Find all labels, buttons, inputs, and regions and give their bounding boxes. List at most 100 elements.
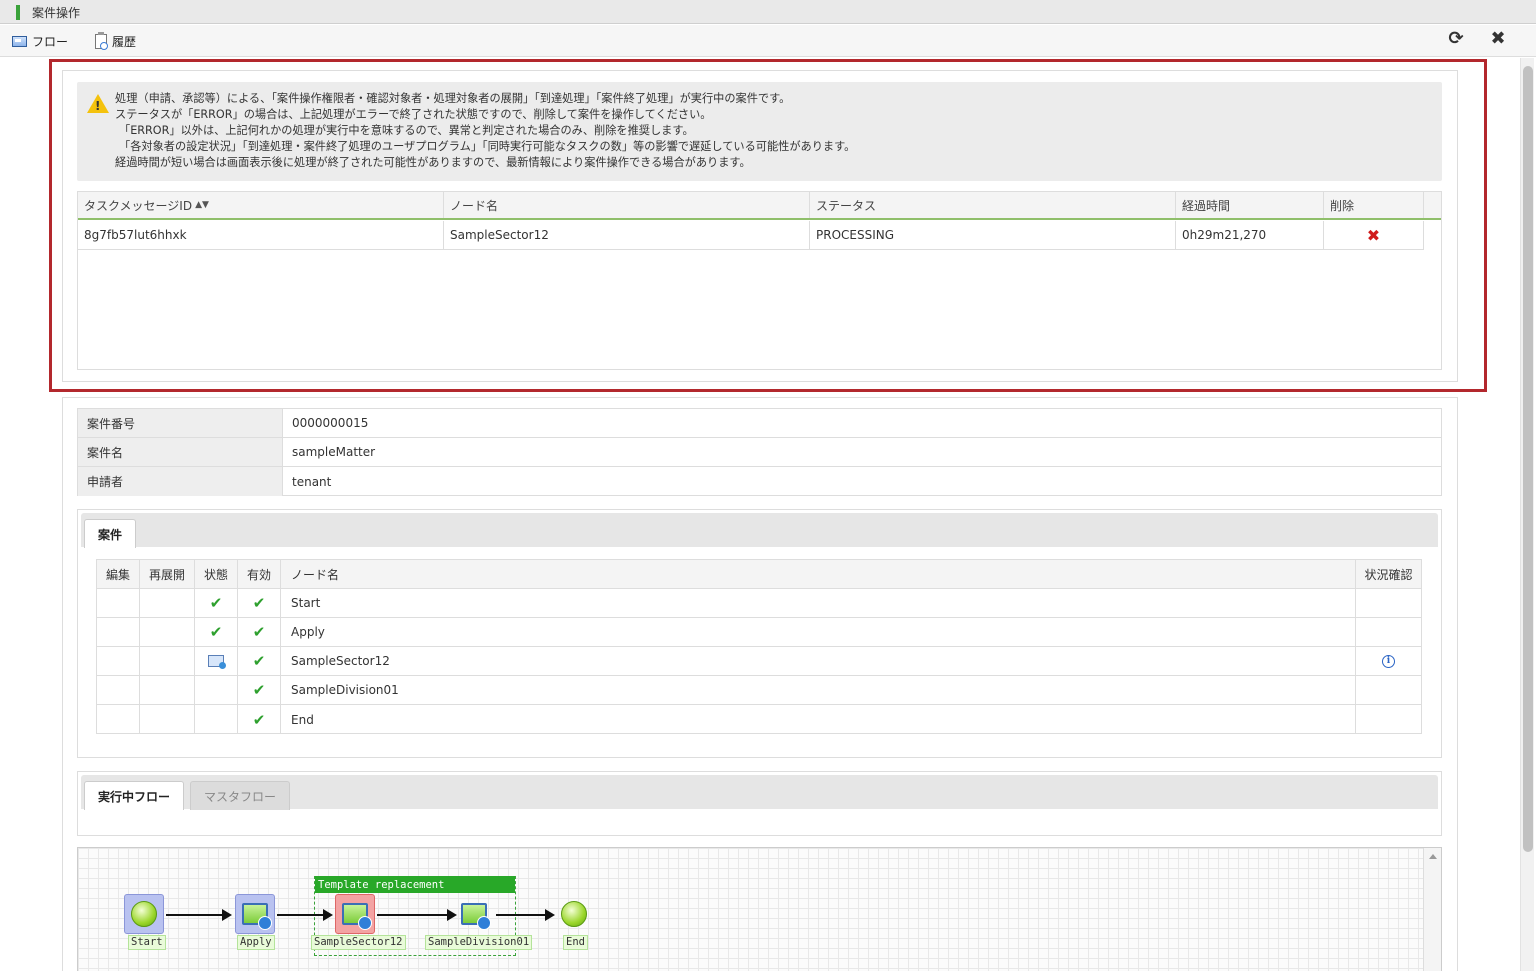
matter-info-table: 案件番号 0000000015 案件名 sampleMatter 申請者 ten… (77, 408, 1442, 496)
info-label: 案件名 (78, 438, 283, 466)
check-icon: ✔ (209, 594, 223, 612)
state-cell (195, 676, 238, 704)
table-row: ✔ SampleDivision01 (97, 676, 1421, 705)
valid-cell: ✔ (238, 647, 281, 675)
info-value: 0000000015 (292, 416, 369, 430)
flow-diagram: Template replacement Start Apply SampleS… (77, 847, 1442, 971)
flow-arrow (377, 909, 457, 921)
flow-node-label: Apply (237, 935, 275, 950)
history-icon (95, 31, 108, 50)
flow-node-label: SampleSector12 (311, 935, 406, 950)
toolbar: フロー 履歴 ⟳ ✖ (0, 25, 1536, 57)
processing-icon (208, 655, 226, 669)
flow-node-start[interactable] (124, 894, 164, 934)
tab-running-flow[interactable]: 実行中フロー (84, 781, 184, 810)
edit-cell (97, 589, 140, 617)
info-value: sampleMatter (292, 445, 376, 459)
status-check-cell (1356, 618, 1421, 646)
flow-scrollbar[interactable] (1423, 848, 1441, 971)
close-icon[interactable]: ✖ (1487, 28, 1509, 49)
node-name-cell: End (281, 705, 1356, 734)
flow-tabbar: 実行中フロー マスタフロー (81, 775, 1438, 810)
info-row-matter-number: 案件番号 0000000015 (78, 409, 1441, 438)
state-cell: ✔ (195, 589, 238, 617)
reexpand-cell (140, 647, 195, 675)
flow-button[interactable]: フロー (12, 32, 68, 50)
check-icon: ✔ (252, 594, 266, 612)
tab-master-flow[interactable]: マスタフロー (190, 781, 290, 810)
edit-cell (97, 676, 140, 704)
user-task-icon (242, 903, 272, 930)
valid-cell: ✔ (238, 589, 281, 617)
edit-cell (97, 705, 140, 734)
info-value: tenant (292, 474, 332, 489)
tab-matter[interactable]: 案件 (84, 519, 136, 548)
node-name-cell: Start (281, 589, 1356, 617)
status-check-cell (1356, 705, 1421, 734)
table-row: ✔ End (97, 705, 1421, 734)
check-icon: ✔ (252, 623, 266, 641)
end-node-icon (561, 901, 587, 927)
start-node-icon (131, 901, 157, 927)
check-icon: ✔ (252, 710, 266, 729)
reexpand-cell (140, 705, 195, 734)
node-table-header: 編集 再展開 状態 有効 ノード名 状況確認 (97, 560, 1421, 589)
info-row-matter-name: 案件名 sampleMatter (78, 438, 1441, 467)
flow-node-samplesector12[interactable] (335, 894, 375, 934)
node-table: 編集 再展開 状態 有効 ノード名 状況確認 ✔ ✔ Start ✔ ✔ App… (96, 559, 1422, 734)
flow-node-sampledivision01[interactable] (454, 894, 494, 934)
node-name-cell: Apply (281, 618, 1356, 646)
check-icon: ✔ (252, 681, 266, 699)
flow-button-label: フロー (32, 34, 69, 49)
valid-cell: ✔ (238, 618, 281, 646)
template-group-title: Template replacement (315, 876, 515, 893)
column-header-status-check: 状況確認 (1364, 567, 1413, 582)
reexpand-cell (140, 676, 195, 704)
user-task-icon (461, 903, 491, 930)
history-button-label: 履歴 (112, 34, 137, 49)
flow-node-apply[interactable] (235, 894, 275, 934)
valid-cell: ✔ (238, 676, 281, 704)
flow-node-end[interactable] (554, 894, 594, 934)
matter-tabbar: 案件 (81, 513, 1438, 548)
flow-arrow (277, 909, 333, 921)
table-row: ✔ ✔ Start (97, 589, 1421, 618)
flow-arrow (166, 909, 232, 921)
info-row-applicant: 申請者 tenant (78, 467, 1441, 496)
reexpand-cell (140, 589, 195, 617)
check-icon: ✔ (252, 652, 266, 670)
page-scrollbar[interactable] (1520, 58, 1534, 971)
valid-cell: ✔ (238, 705, 281, 734)
info-label: 案件番号 (78, 409, 283, 437)
table-row: ✔ ✔ Apply (97, 618, 1421, 647)
reexpand-cell (140, 618, 195, 646)
flow-node-label: Start (128, 935, 166, 950)
history-button[interactable]: 履歴 (95, 31, 137, 50)
info-label: 申請者 (78, 467, 283, 496)
scroll-up-arrow-icon[interactable] (1429, 854, 1437, 859)
column-header-state: 状態 (195, 560, 238, 588)
edit-cell (97, 647, 140, 675)
flow-node-label: End (563, 935, 588, 950)
flow-tab-panel: 実行中フロー マスタフロー (77, 771, 1442, 836)
flow-arrow (496, 909, 555, 921)
user-task-icon (342, 903, 372, 930)
state-cell (195, 705, 238, 734)
page-scrollbar-thumb[interactable] (1523, 66, 1533, 852)
status-check-cell (1356, 676, 1421, 704)
info-icon[interactable]: i (1382, 654, 1395, 668)
edit-cell (97, 618, 140, 646)
flow-node-label: SampleDivision01 (425, 935, 533, 950)
window-title: 案件操作 (32, 6, 81, 20)
column-header-reexpand: 再展開 (140, 560, 195, 588)
highlight-frame (49, 59, 1487, 392)
table-row: ✔ SampleSector12 i (97, 647, 1421, 676)
column-header-valid: 有効 (238, 560, 281, 588)
state-cell (195, 647, 238, 675)
column-header-edit: 編集 (97, 560, 140, 588)
check-icon: ✔ (209, 623, 223, 641)
status-check-cell: i (1356, 647, 1421, 675)
refresh-icon[interactable]: ⟳ (1445, 28, 1467, 49)
node-name-cell: SampleDivision01 (281, 676, 1356, 704)
state-cell: ✔ (195, 618, 238, 646)
